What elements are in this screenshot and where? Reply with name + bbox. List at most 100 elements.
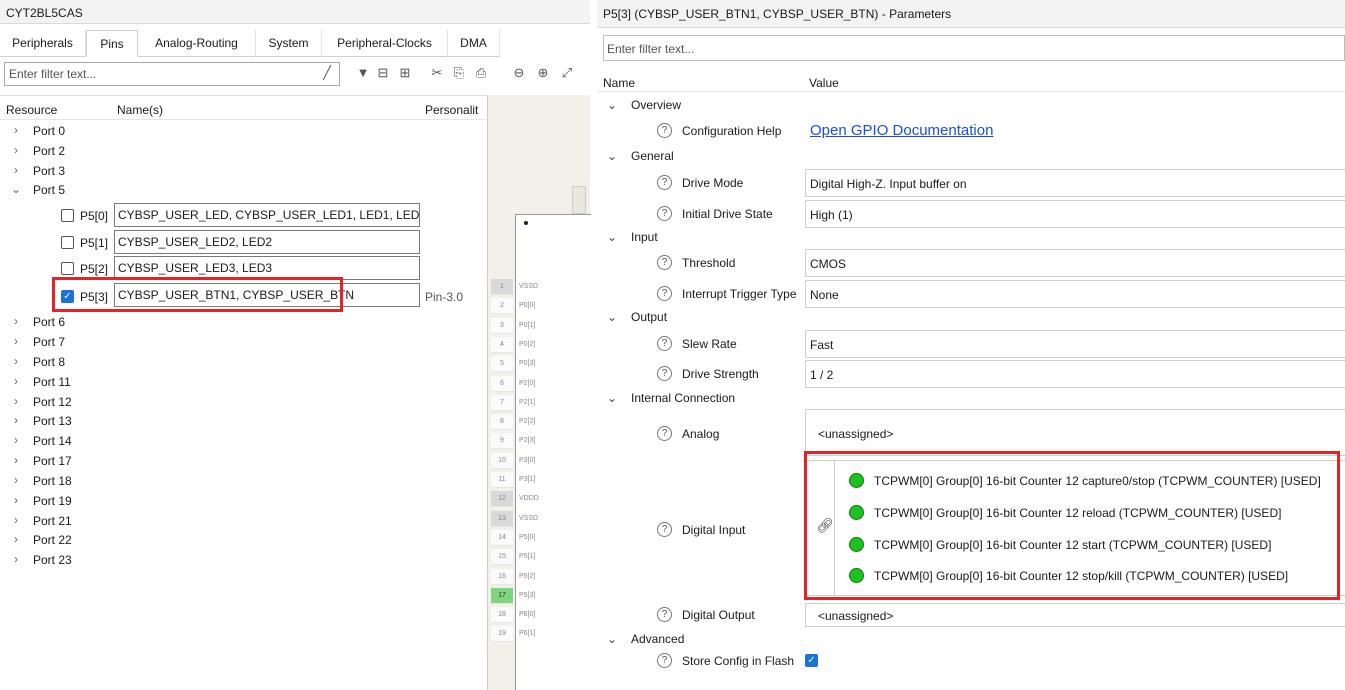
package-pin[interactable]: 4 P0[2] <box>488 336 591 354</box>
pin-names-field[interactable]: CYBSP_USER_LED2, LED2 <box>114 230 420 254</box>
collapse-all-icon[interactable]: ⊟ <box>374 64 392 82</box>
package-pin[interactable]: 16 P5[2] <box>488 568 591 586</box>
package-pin[interactable]: 13 VSSD <box>488 510 591 528</box>
package-pin[interactable]: 3 P0[1] <box>488 317 591 335</box>
help-icon[interactable]: ? <box>657 336 672 351</box>
tree-row-port-3[interactable]: › Port 3 <box>0 161 486 181</box>
chevron-right-icon[interactable]: › <box>10 552 22 566</box>
tree-row-port-22[interactable]: › Port 22 <box>0 530 486 550</box>
chevron-right-icon[interactable]: › <box>10 143 22 157</box>
analog-connection-select[interactable]: <unassigned> <box>805 409 1345 456</box>
tree-row-port-8[interactable]: › Port 8 <box>0 352 486 372</box>
tab-dma[interactable]: DMA <box>448 30 500 57</box>
pin-personality[interactable]: Pin-3.0 <box>425 290 463 304</box>
category-overview[interactable]: ⌄ Overview <box>597 95 1345 115</box>
package-pin[interactable]: 9 P2[3] <box>488 433 591 450</box>
digital-output-select[interactable]: <unassigned> <box>805 603 1345 627</box>
chevron-down-icon[interactable]: ⌄ <box>607 391 617 405</box>
chevron-right-icon[interactable]: › <box>10 513 22 527</box>
package-pin[interactable]: 6 P2[0] <box>488 375 591 393</box>
category-general[interactable]: ⌄ General <box>597 146 1345 166</box>
help-icon[interactable]: ? <box>657 607 672 622</box>
chevron-down-icon[interactable]: ⌄ <box>607 230 617 244</box>
help-icon[interactable]: ? <box>657 206 672 221</box>
chevron-right-icon[interactable]: › <box>10 314 22 328</box>
tree-row-port-5[interactable]: ⌄ Port 5 <box>0 180 486 200</box>
help-icon[interactable]: ? <box>657 426 672 441</box>
category-input[interactable]: ⌄ Input <box>597 227 1345 247</box>
zoom-fit-icon[interactable]: ⤢ <box>558 64 576 82</box>
drive-mode-select[interactable]: Digital High-Z. Input buffer on <box>805 169 1345 197</box>
parameters-filter-input[interactable]: Enter filter text... <box>603 35 1345 61</box>
chevron-right-icon[interactable]: › <box>10 493 22 507</box>
tree-row-port-7[interactable]: › Port 7 <box>0 332 486 352</box>
package-pin[interactable]: 7 P2[1] <box>488 394 591 412</box>
column-names[interactable]: Name(s) <box>117 103 163 117</box>
tree-row-port-13[interactable]: › Port 13 <box>0 411 486 431</box>
chevron-down-icon[interactable]: ⌄ <box>607 632 617 646</box>
package-pin[interactable]: 14 P5[0] <box>488 529 591 547</box>
tree-row-port-0[interactable]: › Port 0 <box>0 121 486 141</box>
package-pin[interactable]: 18 P6[0] <box>488 607 591 624</box>
tab-peripherals[interactable]: Peripherals <box>0 30 86 57</box>
slew-rate-select[interactable]: Fast <box>805 330 1345 358</box>
filter-icon[interactable]: ▼ <box>354 64 372 82</box>
package-pin[interactable]: 19 P6[1] <box>488 626 591 643</box>
initial-drive-state-select[interactable]: High (1) <box>805 200 1345 228</box>
zoom-in-icon[interactable]: ⊕ <box>534 64 552 82</box>
help-icon[interactable]: ? <box>657 366 672 381</box>
tree-row-port-14[interactable]: › Port 14 <box>0 431 486 451</box>
tree-row-port-6[interactable]: › Port 6 <box>0 312 486 332</box>
tab-pins[interactable]: Pins <box>86 30 138 57</box>
pin-names-field[interactable]: CYBSP_USER_LED, CYBSP_USER_LED1, LED1, L… <box>114 203 420 227</box>
help-icon[interactable]: ? <box>657 175 672 190</box>
store-config-checkbox[interactable]: ✓ <box>805 654 818 667</box>
package-pin[interactable]: 15 P5[1] <box>488 549 591 566</box>
tree-row-port-12[interactable]: › Port 12 <box>0 392 486 412</box>
drive-strength-select[interactable]: 1 / 2 <box>805 360 1345 388</box>
category-output[interactable]: ⌄ Output <box>597 307 1345 327</box>
threshold-select[interactable]: CMOS <box>805 249 1345 277</box>
column-personality[interactable]: Personalit <box>425 103 478 117</box>
tab-system[interactable]: System <box>256 30 322 57</box>
column-resource[interactable]: Resource <box>6 103 57 117</box>
cut-icon[interactable]: ✂ <box>428 64 446 82</box>
tree-row-port-18[interactable]: › Port 18 <box>0 471 486 491</box>
category-internal-connection[interactable]: ⌄ Internal Connection <box>597 388 1345 408</box>
chevron-down-icon[interactable]: ⌄ <box>607 98 617 112</box>
chevron-right-icon[interactable]: › <box>10 374 22 388</box>
tree-row-port-17[interactable]: › Port 17 <box>0 451 486 471</box>
pin-enable-checkbox[interactable] <box>61 262 74 275</box>
chevron-down-icon[interactable]: ⌄ <box>607 149 617 163</box>
help-icon[interactable]: ? <box>657 255 672 270</box>
package-pin[interactable]: 12 VDDD <box>488 491 591 508</box>
tab-analog-routing[interactable]: Analog-Routing <box>138 30 256 57</box>
zoom-out-icon[interactable]: ⊖ <box>510 64 528 82</box>
interrupt-trigger-select[interactable]: None <box>805 280 1345 308</box>
tree-row-port-21[interactable]: › Port 21 <box>0 511 486 531</box>
chevron-right-icon[interactable]: › <box>10 473 22 487</box>
chevron-down-icon[interactable]: ⌄ <box>10 182 22 196</box>
tree-row-port-2[interactable]: › Port 2 <box>0 141 486 161</box>
pin-enable-checkbox[interactable] <box>61 236 74 249</box>
package-pin[interactable]: 5 P0[3] <box>488 356 591 373</box>
tab-peripheral-clocks[interactable]: Peripheral-Clocks <box>322 30 448 57</box>
tree-row-port-23[interactable]: › Port 23 <box>0 550 486 570</box>
column-name[interactable]: Name <box>603 76 635 90</box>
help-icon[interactable]: ? <box>657 522 672 537</box>
expand-all-icon[interactable]: ⊞ <box>396 64 414 82</box>
package-pin[interactable]: 1 VSSD <box>488 279 591 296</box>
package-pin[interactable]: 11 P3[1] <box>488 472 591 489</box>
chevron-down-icon[interactable]: ⌄ <box>607 310 617 324</box>
pin-enable-checkbox[interactable] <box>61 209 74 222</box>
help-icon[interactable]: ? <box>657 653 672 668</box>
package-view[interactable]: 1 VSSD 2 P0[0] 3 P0[1] 4 P0[2] 5 P0[3] 6 P2[0] 7 P2[1… <box>487 95 591 690</box>
chevron-right-icon[interactable]: › <box>10 163 22 177</box>
chevron-right-icon[interactable]: › <box>10 123 22 137</box>
chevron-right-icon[interactable]: › <box>10 413 22 427</box>
chevron-right-icon[interactable]: › <box>10 394 22 408</box>
package-pin[interactable]: 17 P5[3] <box>488 587 591 605</box>
copy-icon[interactable]: ⎘ <box>450 64 468 82</box>
chevron-right-icon[interactable]: › <box>10 334 22 348</box>
tree-row-port-11[interactable]: › Port 11 <box>0 372 486 392</box>
